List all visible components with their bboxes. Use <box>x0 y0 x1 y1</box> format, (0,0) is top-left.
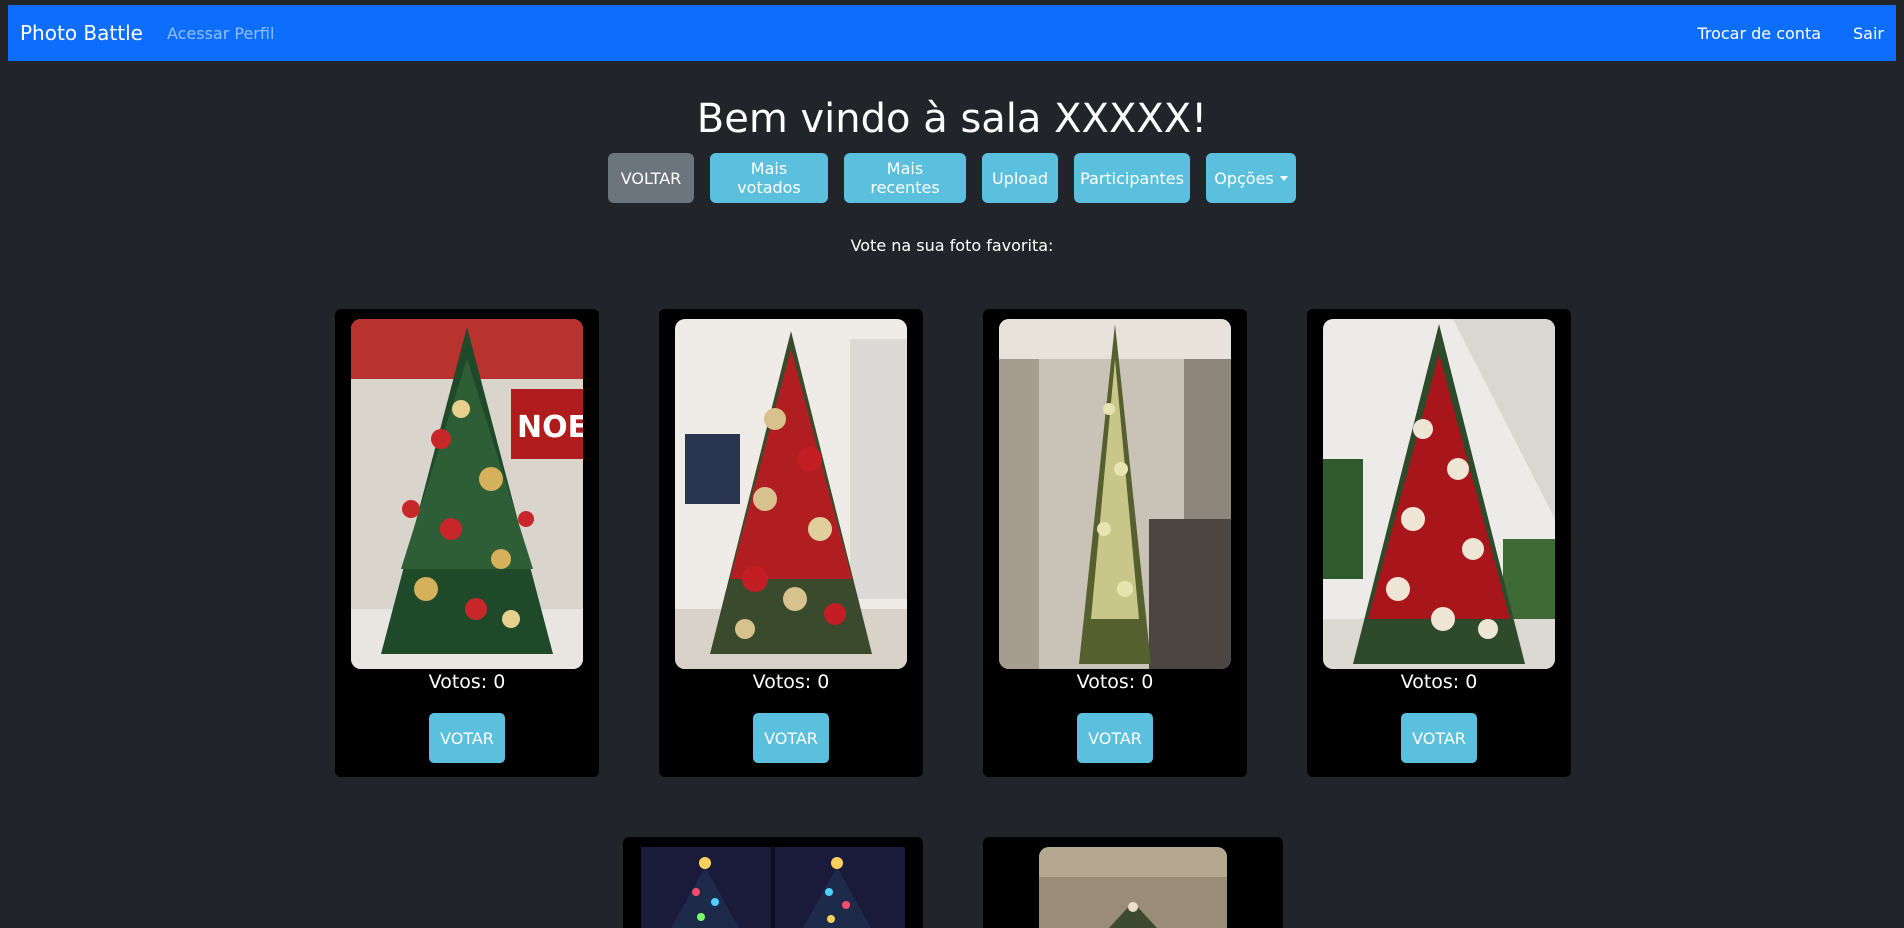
options-dropdown[interactable]: Opções <box>1206 153 1296 203</box>
profile-link[interactable]: Acessar Perfil <box>167 24 274 43</box>
svg-text:NOEL: NOEL <box>517 410 583 445</box>
navbar-right: Trocar de conta Sair <box>1697 24 1884 43</box>
most-voted-button[interactable]: Mais votados <box>710 153 828 203</box>
christmas-tree-photo[interactable]: NOEL <box>351 319 583 669</box>
switch-account-link[interactable]: Trocar de conta <box>1697 24 1821 43</box>
action-buttons: VOLTAR Mais votados Mais recentes Upload… <box>0 153 1904 203</box>
navbar: Photo Battle Acessar Perfil Trocar de co… <box>8 5 1896 61</box>
christmas-tree-photo[interactable] <box>675 319 907 669</box>
votes-count: Votos: 0 <box>1400 671 1478 693</box>
vote-button[interactable]: VOTAR <box>1077 713 1153 763</box>
upload-button[interactable]: Upload <box>982 153 1058 203</box>
vote-instruction: Vote na sua foto favorita: <box>850 236 1054 255</box>
christmas-tree-photo[interactable] <box>1039 847 1227 928</box>
brand-link[interactable]: Photo Battle <box>20 21 143 45</box>
christmas-tree-photo[interactable] <box>999 319 1231 669</box>
votes-count: Votos: 0 <box>752 671 830 693</box>
photo-card: Votos: 0 VOTAR <box>983 309 1247 777</box>
photo-card: NOEL Votos: 0 VOTAR <box>335 309 599 777</box>
logout-link[interactable]: Sair <box>1853 24 1884 43</box>
page-title: Bem vindo à sala XXXXX! <box>696 96 1208 142</box>
most-recent-button[interactable]: Mais recentes <box>844 153 966 203</box>
christmas-tree-photo[interactable] <box>1323 319 1555 669</box>
participants-button[interactable]: Participantes <box>1074 153 1190 203</box>
options-label: Opções <box>1214 168 1274 188</box>
christmas-tree-photo[interactable] <box>641 847 905 928</box>
photo-card: Votos: 0 VOTAR <box>1307 309 1571 777</box>
photo-card <box>623 837 923 928</box>
photo-card: Votos: 0 VOTAR <box>659 309 923 777</box>
vote-button[interactable]: VOTAR <box>1401 713 1477 763</box>
back-button[interactable]: VOLTAR <box>608 153 694 203</box>
vote-button[interactable]: VOTAR <box>429 713 505 763</box>
photo-card <box>983 837 1283 928</box>
caret-down-icon <box>1279 175 1288 181</box>
votes-count: Votos: 0 <box>1076 671 1154 693</box>
vote-button[interactable]: VOTAR <box>753 713 829 763</box>
votes-count: Votos: 0 <box>428 671 506 693</box>
